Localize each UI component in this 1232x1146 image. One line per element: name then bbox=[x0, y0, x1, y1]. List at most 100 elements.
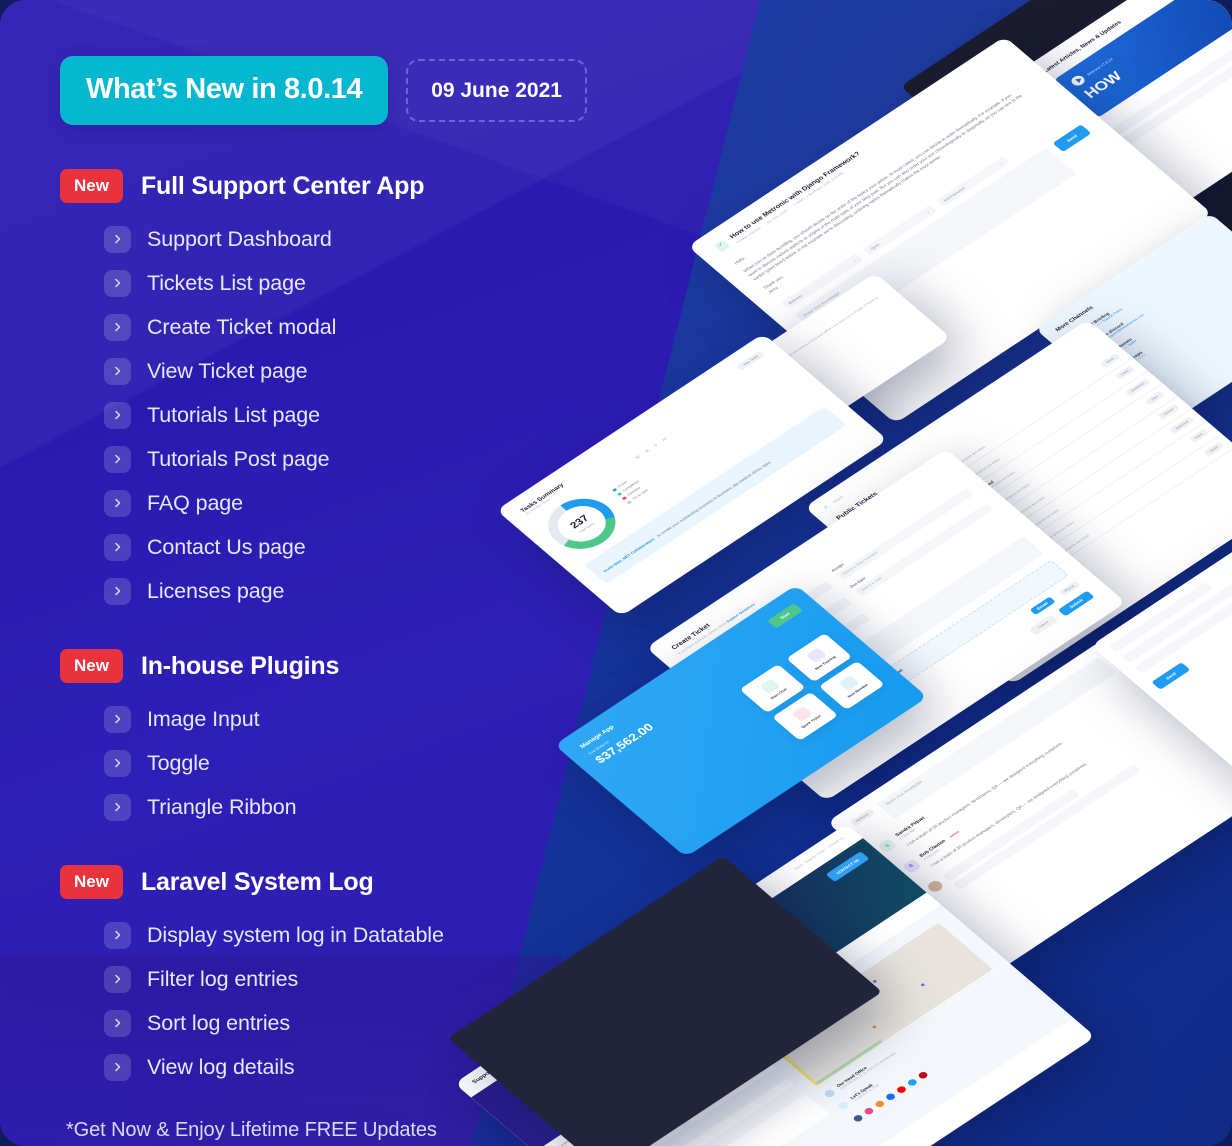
toggle-email[interactable]: Email bbox=[1029, 596, 1056, 616]
list-item-label: Support Dashboard bbox=[147, 226, 332, 251]
chevron-down-icon: ⌄ bbox=[924, 209, 931, 215]
dribbble-icon[interactable] bbox=[862, 1106, 875, 1116]
instagram-icon[interactable] bbox=[873, 1099, 886, 1109]
list-item-label: Filter log entries bbox=[147, 966, 299, 991]
section-header: New Full Support Center App bbox=[60, 169, 700, 203]
section-title: In-house Plugins bbox=[140, 651, 340, 680]
version-title: What’s New in 8.0.14 bbox=[60, 56, 389, 125]
twitter-icon[interactable] bbox=[906, 1077, 919, 1087]
list-item: Toggle bbox=[60, 741, 700, 785]
avatar: S bbox=[877, 838, 898, 853]
section-title: Laravel System Log bbox=[140, 867, 374, 896]
comment-time: 4 Days ago bbox=[922, 848, 941, 861]
ticket-row-tag: Open bbox=[1203, 441, 1225, 457]
header-row: What’s New in 8.0.14 09 June 2021 bbox=[60, 56, 700, 125]
list-item: Licenses page bbox=[60, 569, 700, 613]
chevron-down-icon: ⌄ bbox=[851, 257, 858, 263]
section-items: Image Input Toggle Triangle Ribbon bbox=[60, 697, 700, 829]
list-item: Triangle Ribbon bbox=[60, 785, 700, 829]
ticket-row-tag: Start bbox=[1144, 390, 1166, 406]
avatar: B bbox=[901, 858, 922, 874]
list-item: Tickets List page bbox=[60, 261, 700, 305]
section-laravel-system-log: New Laravel System Log Display system lo… bbox=[60, 865, 700, 1089]
list-item: Create Ticket modal bbox=[60, 305, 700, 349]
new-badge: New bbox=[60, 865, 123, 899]
location-pin-icon bbox=[822, 1088, 837, 1099]
chevron-right-icon bbox=[104, 489, 131, 517]
list-item-label: Toggle bbox=[147, 750, 210, 775]
list-item-label: Triangle Ribbon bbox=[147, 794, 297, 819]
facebook-icon[interactable] bbox=[851, 1113, 865, 1123]
chevron-right-icon bbox=[104, 401, 131, 429]
list-item: Display system log in Datatable bbox=[60, 913, 700, 957]
behance-icon[interactable] bbox=[884, 1092, 897, 1102]
list-item-label: Display system log in Datatable bbox=[147, 922, 444, 947]
chevron-right-icon bbox=[104, 749, 131, 777]
list-item-label: Licenses page bbox=[147, 578, 285, 603]
ticket-status-value[interactable]: Open bbox=[869, 243, 881, 251]
toggle-phone[interactable]: Phone bbox=[1058, 580, 1081, 597]
release-notes-panel: What’s New in 8.0.14 09 June 2021 New Fu… bbox=[0, 0, 700, 1146]
ticket-status-icon: ✓ bbox=[713, 239, 731, 253]
chevron-right-icon bbox=[104, 357, 131, 385]
search-icon: ⌕ bbox=[822, 504, 830, 511]
list-item: FAQ page bbox=[60, 481, 700, 525]
ticket-row-tag: Keen bbox=[1188, 428, 1210, 444]
phone-icon bbox=[837, 1100, 851, 1111]
footnote: *Get Now & Enjoy Lifetime FREE Updates bbox=[66, 1119, 437, 1141]
chevron-right-icon bbox=[104, 533, 131, 561]
list-item: View Ticket page bbox=[60, 349, 700, 393]
ticket-row-tag: Keen bbox=[1114, 365, 1136, 381]
list-item: Tutorials Post page bbox=[60, 437, 700, 481]
chevron-right-icon bbox=[104, 577, 131, 605]
view-tasks-button[interactable]: View Tasks bbox=[736, 350, 766, 371]
tickets-search-input[interactable]: Search bbox=[832, 495, 845, 504]
avatar bbox=[925, 878, 946, 894]
list-item: Filter log entries bbox=[60, 957, 700, 1001]
new-badge: New bbox=[60, 169, 123, 203]
list-item: Support Dashboard bbox=[60, 217, 700, 261]
section-items: Support Dashboard Tickets List page Crea… bbox=[60, 217, 700, 613]
cancel-button[interactable]: Cancel bbox=[1028, 614, 1060, 637]
ticket-favour-value[interactable]: Not Favoured bbox=[942, 186, 966, 202]
send-button[interactable]: Send bbox=[1151, 662, 1191, 690]
section-full-support-center-app: New Full Support Center App Support Dash… bbox=[60, 169, 700, 613]
list-item-label: View Ticket page bbox=[147, 358, 308, 383]
chevron-right-icon bbox=[104, 313, 131, 341]
chevron-right-icon bbox=[104, 965, 131, 993]
comments-tab[interactable]: Metronic bbox=[849, 808, 876, 827]
ticket-assignee-value[interactable]: Metronic bbox=[787, 294, 803, 305]
section-in-house-plugins: New In-house Plugins Image Input Toggle … bbox=[60, 649, 700, 829]
list-item-label: Image Input bbox=[147, 706, 260, 731]
list-item: View log details bbox=[60, 1045, 700, 1089]
chevron-right-icon bbox=[104, 1009, 131, 1037]
youtube-icon[interactable] bbox=[895, 1084, 908, 1095]
section-items: Display system log in Datatable Filter l… bbox=[60, 913, 700, 1089]
list-item-label: Contact Us page bbox=[147, 534, 306, 559]
section-header: New In-house Plugins bbox=[60, 649, 700, 683]
list-item-label: FAQ page bbox=[147, 490, 244, 515]
list-item: Tutorials List page bbox=[60, 393, 700, 437]
play-icon bbox=[1074, 76, 1084, 84]
chevron-right-icon bbox=[104, 269, 131, 297]
section-header: New Laravel System Log bbox=[60, 865, 700, 899]
chevron-right-icon bbox=[104, 793, 131, 821]
chevron-right-icon bbox=[104, 705, 131, 733]
chevron-right-icon bbox=[104, 921, 131, 949]
chevron-down-icon: ⌄ bbox=[997, 160, 1005, 166]
list-item-label: Sort log entries bbox=[147, 1010, 291, 1035]
chevron-right-icon bbox=[104, 445, 131, 473]
list-item: Image Input bbox=[60, 697, 700, 741]
section-title: Full Support Center App bbox=[140, 171, 425, 200]
chevron-right-icon bbox=[104, 225, 131, 253]
list-item: Contact Us page bbox=[60, 525, 700, 569]
list-item: Sort log entries bbox=[60, 1001, 700, 1045]
list-item-label: Create Ticket modal bbox=[147, 314, 337, 339]
list-item-label: Tickets List page bbox=[147, 270, 306, 295]
list-item-label: View log details bbox=[147, 1054, 295, 1079]
pinterest-icon[interactable] bbox=[916, 1070, 930, 1080]
ticket-row-tag: Open bbox=[1099, 352, 1121, 368]
start-button[interactable]: Start bbox=[767, 603, 803, 629]
list-item-label: Tutorials List page bbox=[147, 402, 320, 427]
chevron-right-icon bbox=[104, 1053, 131, 1081]
